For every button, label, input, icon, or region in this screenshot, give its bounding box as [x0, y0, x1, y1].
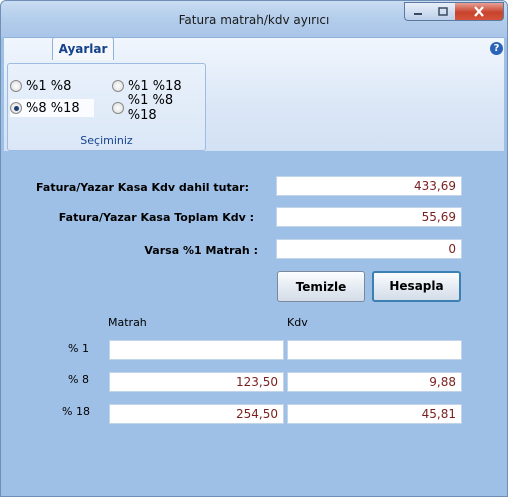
radio-icon — [10, 80, 22, 92]
matrah-8-field[interactable]: 123,50 — [109, 372, 284, 392]
kdv-8-field[interactable]: 9,88 — [287, 372, 462, 392]
radio-label: %1 %8 — [26, 78, 72, 94]
selection-group: %1 %8 %1 %18 %8 %18 %1 %8 %18 Seçiminiz — [7, 63, 206, 151]
kdv-column-header: Kdv — [287, 316, 308, 329]
group-label: Seçiminiz — [80, 134, 133, 147]
radio-1-8-18[interactable]: %1 %8 %18 — [112, 93, 204, 123]
matrah-column-header: Matrah — [108, 316, 147, 329]
matrah1-label: Varsa %1 Matrah : — [144, 244, 258, 257]
app-window: Fatura matrah/kdv ayırıcı Ayarlar ? %1 %… — [0, 0, 508, 497]
radio-label: %8 %18 — [26, 100, 80, 116]
help-icon[interactable]: ? — [490, 42, 503, 55]
radio-8-18[interactable]: %8 %18 — [10, 99, 94, 117]
title-bar[interactable]: Fatura matrah/kdv ayırıcı — [1, 1, 507, 37]
kdv-18-field[interactable]: 45,81 — [287, 404, 462, 424]
calculate-button[interactable]: Hesapla — [372, 271, 461, 302]
minimize-button[interactable] — [404, 2, 432, 21]
maximize-icon — [437, 7, 448, 16]
close-icon — [474, 6, 484, 17]
radio-1-8[interactable]: %1 %8 — [10, 77, 96, 95]
radio-icon — [112, 80, 124, 92]
tab-ayarlar[interactable]: Ayarlar — [52, 37, 114, 60]
radio-icon — [10, 102, 22, 114]
radio-label: %1 %8 %18 — [127, 93, 174, 123]
kdv-1-field[interactable] — [287, 340, 462, 360]
matrah-1-field[interactable] — [109, 340, 284, 360]
kdv-label: Fatura/Yazar Kasa Toplam Kdv : — [58, 211, 254, 224]
total-label: Fatura/Yazar Kasa Kdv dahil tutar: — [36, 181, 249, 194]
row-label-8: % 8 — [68, 373, 89, 386]
matrah-18-field[interactable]: 254,50 — [109, 404, 284, 424]
radio-label: %1 %18 — [128, 78, 182, 94]
kdv-input[interactable]: 55,69 — [276, 207, 462, 227]
matrah1-input[interactable]: 0 — [276, 239, 462, 259]
minimize-icon — [414, 12, 422, 15]
total-input[interactable]: 433,69 — [276, 176, 462, 196]
maximize-button[interactable] — [430, 2, 456, 21]
row-label-18: % 18 — [62, 405, 90, 418]
radio-icon — [112, 102, 124, 114]
clear-button[interactable]: Temizle — [277, 271, 365, 302]
ribbon: Ayarlar ? %1 %8 %1 %18 %8 %18 %1 %8 %18 … — [4, 37, 504, 151]
row-label-1: % 1 — [68, 342, 89, 355]
close-button[interactable] — [455, 2, 504, 21]
